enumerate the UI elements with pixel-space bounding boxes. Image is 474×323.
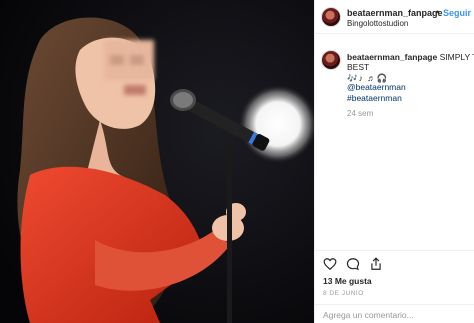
caption-author-avatar[interactable] [321, 50, 341, 70]
caption-username[interactable]: beataernman_fanpage [347, 52, 437, 62]
comment-icon[interactable] [346, 257, 360, 271]
add-comment-box [315, 304, 474, 323]
comment-input[interactable] [323, 308, 473, 322]
author-avatar[interactable] [321, 7, 341, 27]
caption-text: SIMPLY THE [439, 52, 474, 62]
follow-button[interactable]: Seguir [443, 8, 471, 18]
separator-dot: • [436, 7, 440, 17]
post-date: 8 DE JUNIO [323, 290, 364, 297]
photo-illustration [0, 0, 314, 323]
instagram-post: beataernman_fanpage • Seguir Bingolottos… [0, 0, 474, 323]
post-actions [315, 250, 474, 274]
caption-hashtag[interactable]: #beataernman [347, 93, 402, 103]
heart-icon[interactable] [323, 257, 337, 271]
post-location[interactable]: Bingolottostudion [347, 19, 408, 28]
post-header: beataernman_fanpage • Seguir Bingolottos… [315, 0, 474, 34]
post-side-panel: beataernman_fanpage • Seguir Bingolottos… [314, 0, 474, 323]
caption-first-line: beataernman_fanpage SIMPLY THE [347, 52, 474, 62]
caption-mention[interactable]: @beataernman [347, 82, 406, 92]
post-photo[interactable] [0, 0, 314, 323]
share-icon[interactable] [369, 257, 383, 271]
comments-area: beataernman_fanpage SIMPLY THE BEST 🎶♪ ♬… [315, 34, 474, 244]
caption-time-ago[interactable]: 24 sem [347, 109, 373, 118]
likes-count[interactable]: 13 Me gusta [323, 276, 372, 286]
caption-text-continued: BEST [347, 62, 370, 72]
author-username[interactable]: beataernman_fanpage [347, 8, 443, 18]
